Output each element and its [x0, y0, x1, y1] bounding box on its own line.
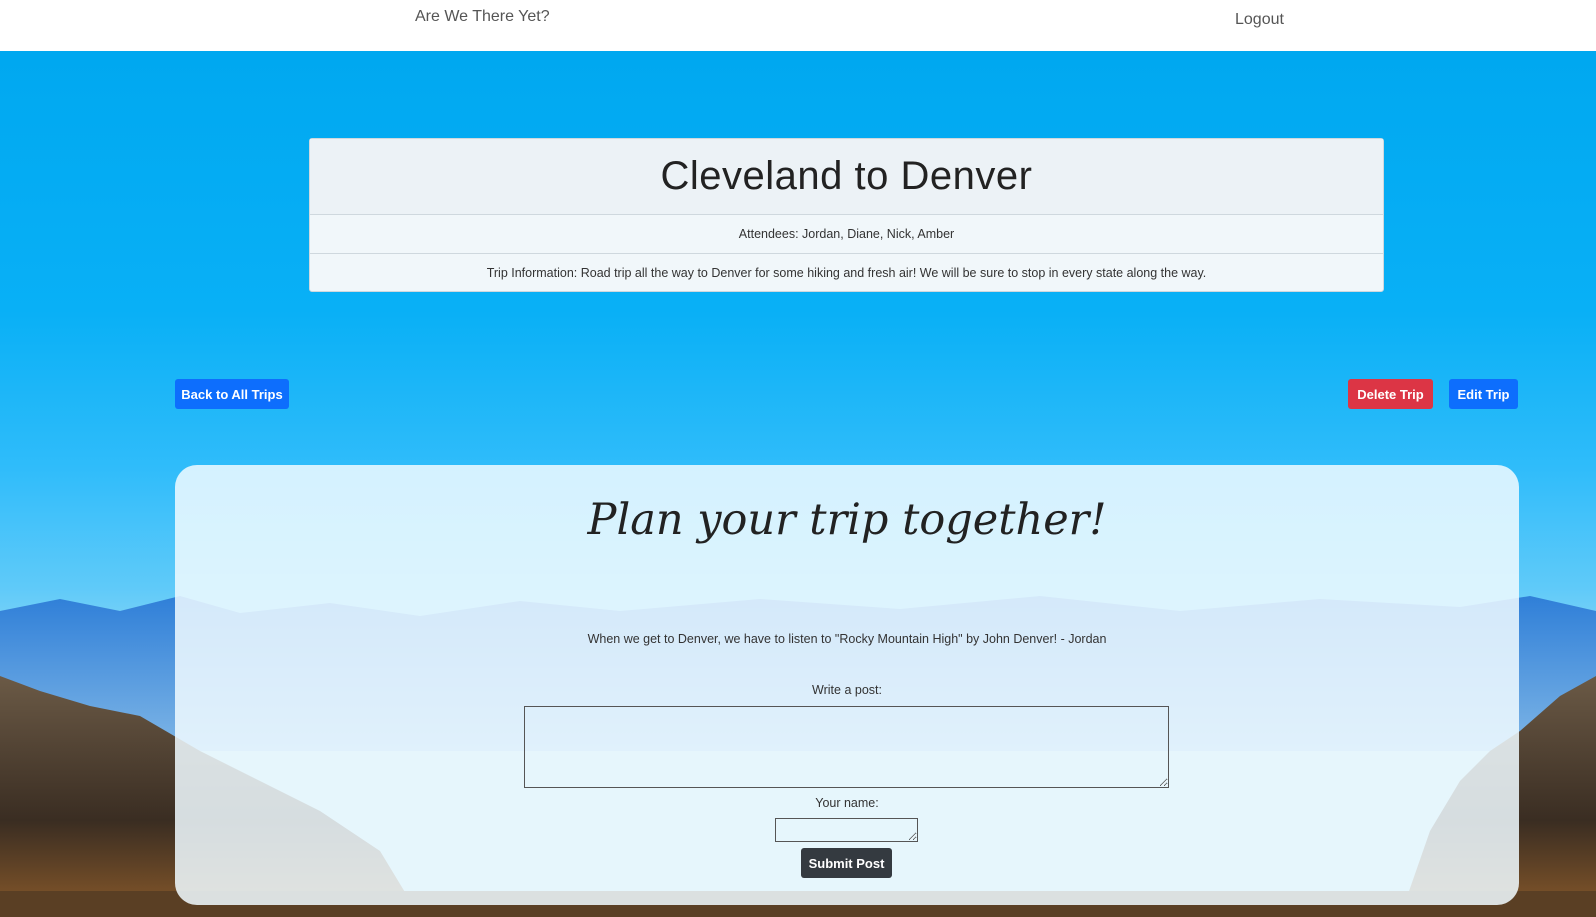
your-name-label: Your name: [815, 796, 879, 810]
trip-title: Cleveland to Denver [310, 139, 1383, 215]
top-navbar: Are We There Yet? Logout [0, 0, 1596, 51]
trip-attendees: Attendees: Jordan, Diane, Nick, Amber [738, 227, 955, 241]
write-post-label: Write a post: [812, 683, 882, 697]
brand-link[interactable]: Are We There Yet? [415, 8, 550, 26]
trip-details-card: Cleveland to Denver Attendees: Jordan, D… [309, 138, 1384, 292]
logout-link[interactable]: Logout [1235, 11, 1284, 29]
back-to-all-trips-button[interactable]: Back to All Trips [175, 379, 289, 409]
edit-trip-button[interactable]: Edit Trip [1449, 379, 1518, 409]
name-field[interactable] [775, 818, 918, 842]
trip-information: Trip Information: Road trip all the way … [310, 253, 1383, 292]
delete-trip-button[interactable]: Delete Trip [1348, 379, 1433, 409]
trip-planner-card: Plan your trip together! When we get to … [175, 465, 1519, 905]
post-textarea[interactable] [524, 706, 1169, 788]
planner-heading: Plan your trip together! [587, 495, 1107, 545]
submit-post-button[interactable]: Submit Post [801, 848, 892, 878]
post-item: When we get to Denver, we have to listen… [587, 632, 1107, 646]
